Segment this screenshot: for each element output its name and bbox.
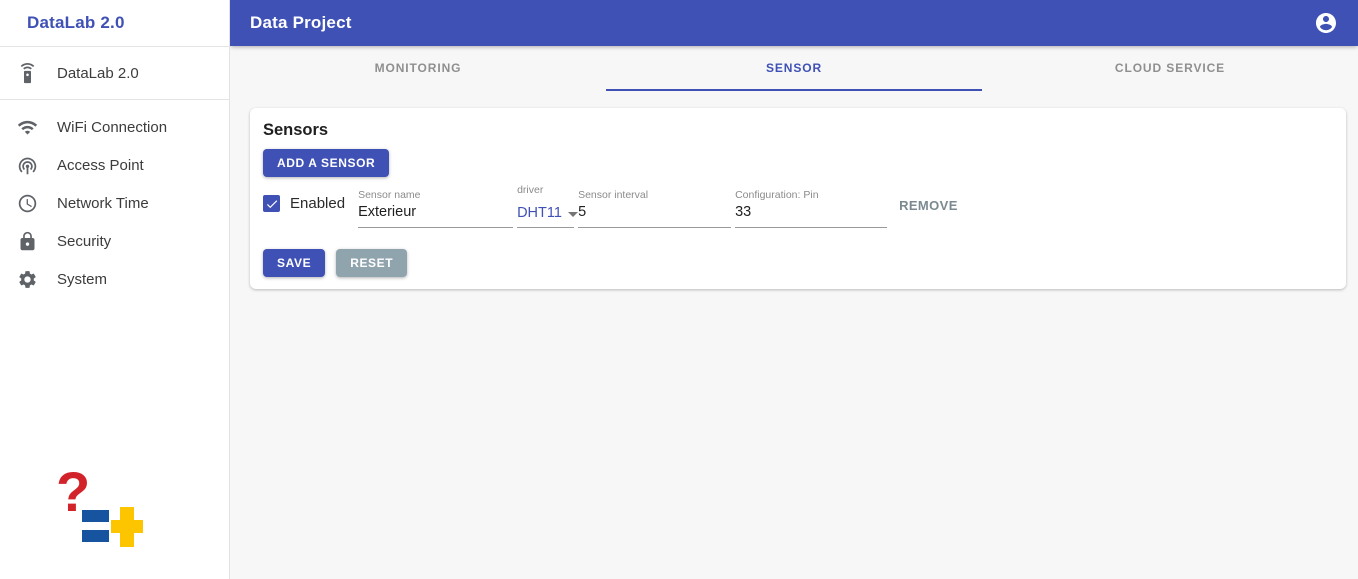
sensor-interval-label: Sensor interval <box>578 189 649 201</box>
sidebar-header: DataLab 2.0 <box>0 0 229 47</box>
sensor-name-field: Sensor name <box>358 189 514 228</box>
sensor-interval-field: Sensor interval <box>578 189 732 228</box>
main-content: MONITORING SENSOR CLOUD SERVICE Sensors … <box>230 46 1358 579</box>
configuration-pin-input[interactable] <box>735 204 888 221</box>
sidebar-item-label: WiFi Connection <box>57 118 168 136</box>
sidebar-nav: WiFi Connection Access Point Network Tim… <box>0 100 229 298</box>
appbar: Data Project <box>230 0 1358 46</box>
sidebar-item-label: Access Point <box>57 156 144 174</box>
sensors-card: Sensors ADD A SENSOR Enabled Sensor name… <box>250 108 1346 289</box>
driver-value: DHT11 <box>517 205 562 221</box>
sidebar-item-wifi-connection[interactable]: WiFi Connection <box>0 108 229 146</box>
driver-select[interactable]: driver DHT11 <box>517 184 578 228</box>
sidebar-item-access-point[interactable]: Access Point <box>0 146 229 184</box>
save-button[interactable]: SAVE <box>263 249 326 277</box>
brand-logo: ? <box>56 462 156 557</box>
reset-button[interactable]: RESET <box>336 249 408 277</box>
tab-cloud-service[interactable]: CLOUD SERVICE <box>982 46 1358 91</box>
gear-icon <box>16 268 38 290</box>
lock-icon <box>16 230 38 252</box>
sensors-heading: Sensors <box>263 121 329 139</box>
wifi-icon <box>16 116 38 138</box>
sidebar-item-system[interactable]: System <box>0 260 229 298</box>
add-sensor-button[interactable]: ADD A SENSOR <box>263 149 390 177</box>
clock-icon <box>16 192 38 214</box>
page-title: Data Project <box>250 13 352 32</box>
tab-monitoring[interactable]: MONITORING <box>230 46 606 91</box>
form-actions: SAVE RESET <box>263 249 1333 277</box>
logo-equals-bar <box>82 510 109 522</box>
sidebar-item-network-time[interactable]: Network Time <box>0 184 229 222</box>
sidebar-item-datalab-device[interactable]: DataLab 2.0 <box>0 47 229 100</box>
account-circle-icon[interactable] <box>1314 11 1338 35</box>
sidebar-item-label: Network Time <box>57 194 149 212</box>
app-title: DataLab 2.0 <box>27 13 125 32</box>
sidebar: DataLab 2.0 DataLab 2.0 WiFi Connection … <box>0 0 230 579</box>
configuration-pin-label: Configuration: Pin <box>735 189 819 201</box>
driver-label: driver <box>517 184 544 196</box>
wifi-tethering-icon <box>16 154 38 176</box>
sensor-name-label: Sensor name <box>358 189 421 201</box>
tab-bar: MONITORING SENSOR CLOUD SERVICE <box>230 46 1358 91</box>
chevron-down-icon <box>567 211 578 217</box>
sensor-name-input[interactable] <box>358 204 514 221</box>
remove-button[interactable]: REMOVE <box>899 198 958 213</box>
sensor-interval-input[interactable] <box>578 204 732 221</box>
sidebar-item-label: Security <box>57 232 112 250</box>
sidebar-item-security[interactable]: Security <box>0 222 229 260</box>
logo-equals-bar <box>82 530 109 542</box>
enabled-label: Enabled <box>290 195 346 212</box>
enabled-checkbox[interactable] <box>263 195 280 212</box>
sidebar-item-label: System <box>57 270 108 288</box>
configuration-pin-field: Configuration: Pin <box>735 189 888 228</box>
remote-device-icon <box>16 62 38 84</box>
tab-sensor[interactable]: SENSOR <box>606 46 982 91</box>
enabled-control: Enabled <box>263 195 358 212</box>
sensor-row: Enabled Sensor name driver DHT11 Sensor … <box>263 184 1333 228</box>
checkmark-icon <box>266 199 277 208</box>
logo-plus-icon <box>111 520 143 533</box>
sidebar-item-label: DataLab 2.0 <box>57 64 139 82</box>
